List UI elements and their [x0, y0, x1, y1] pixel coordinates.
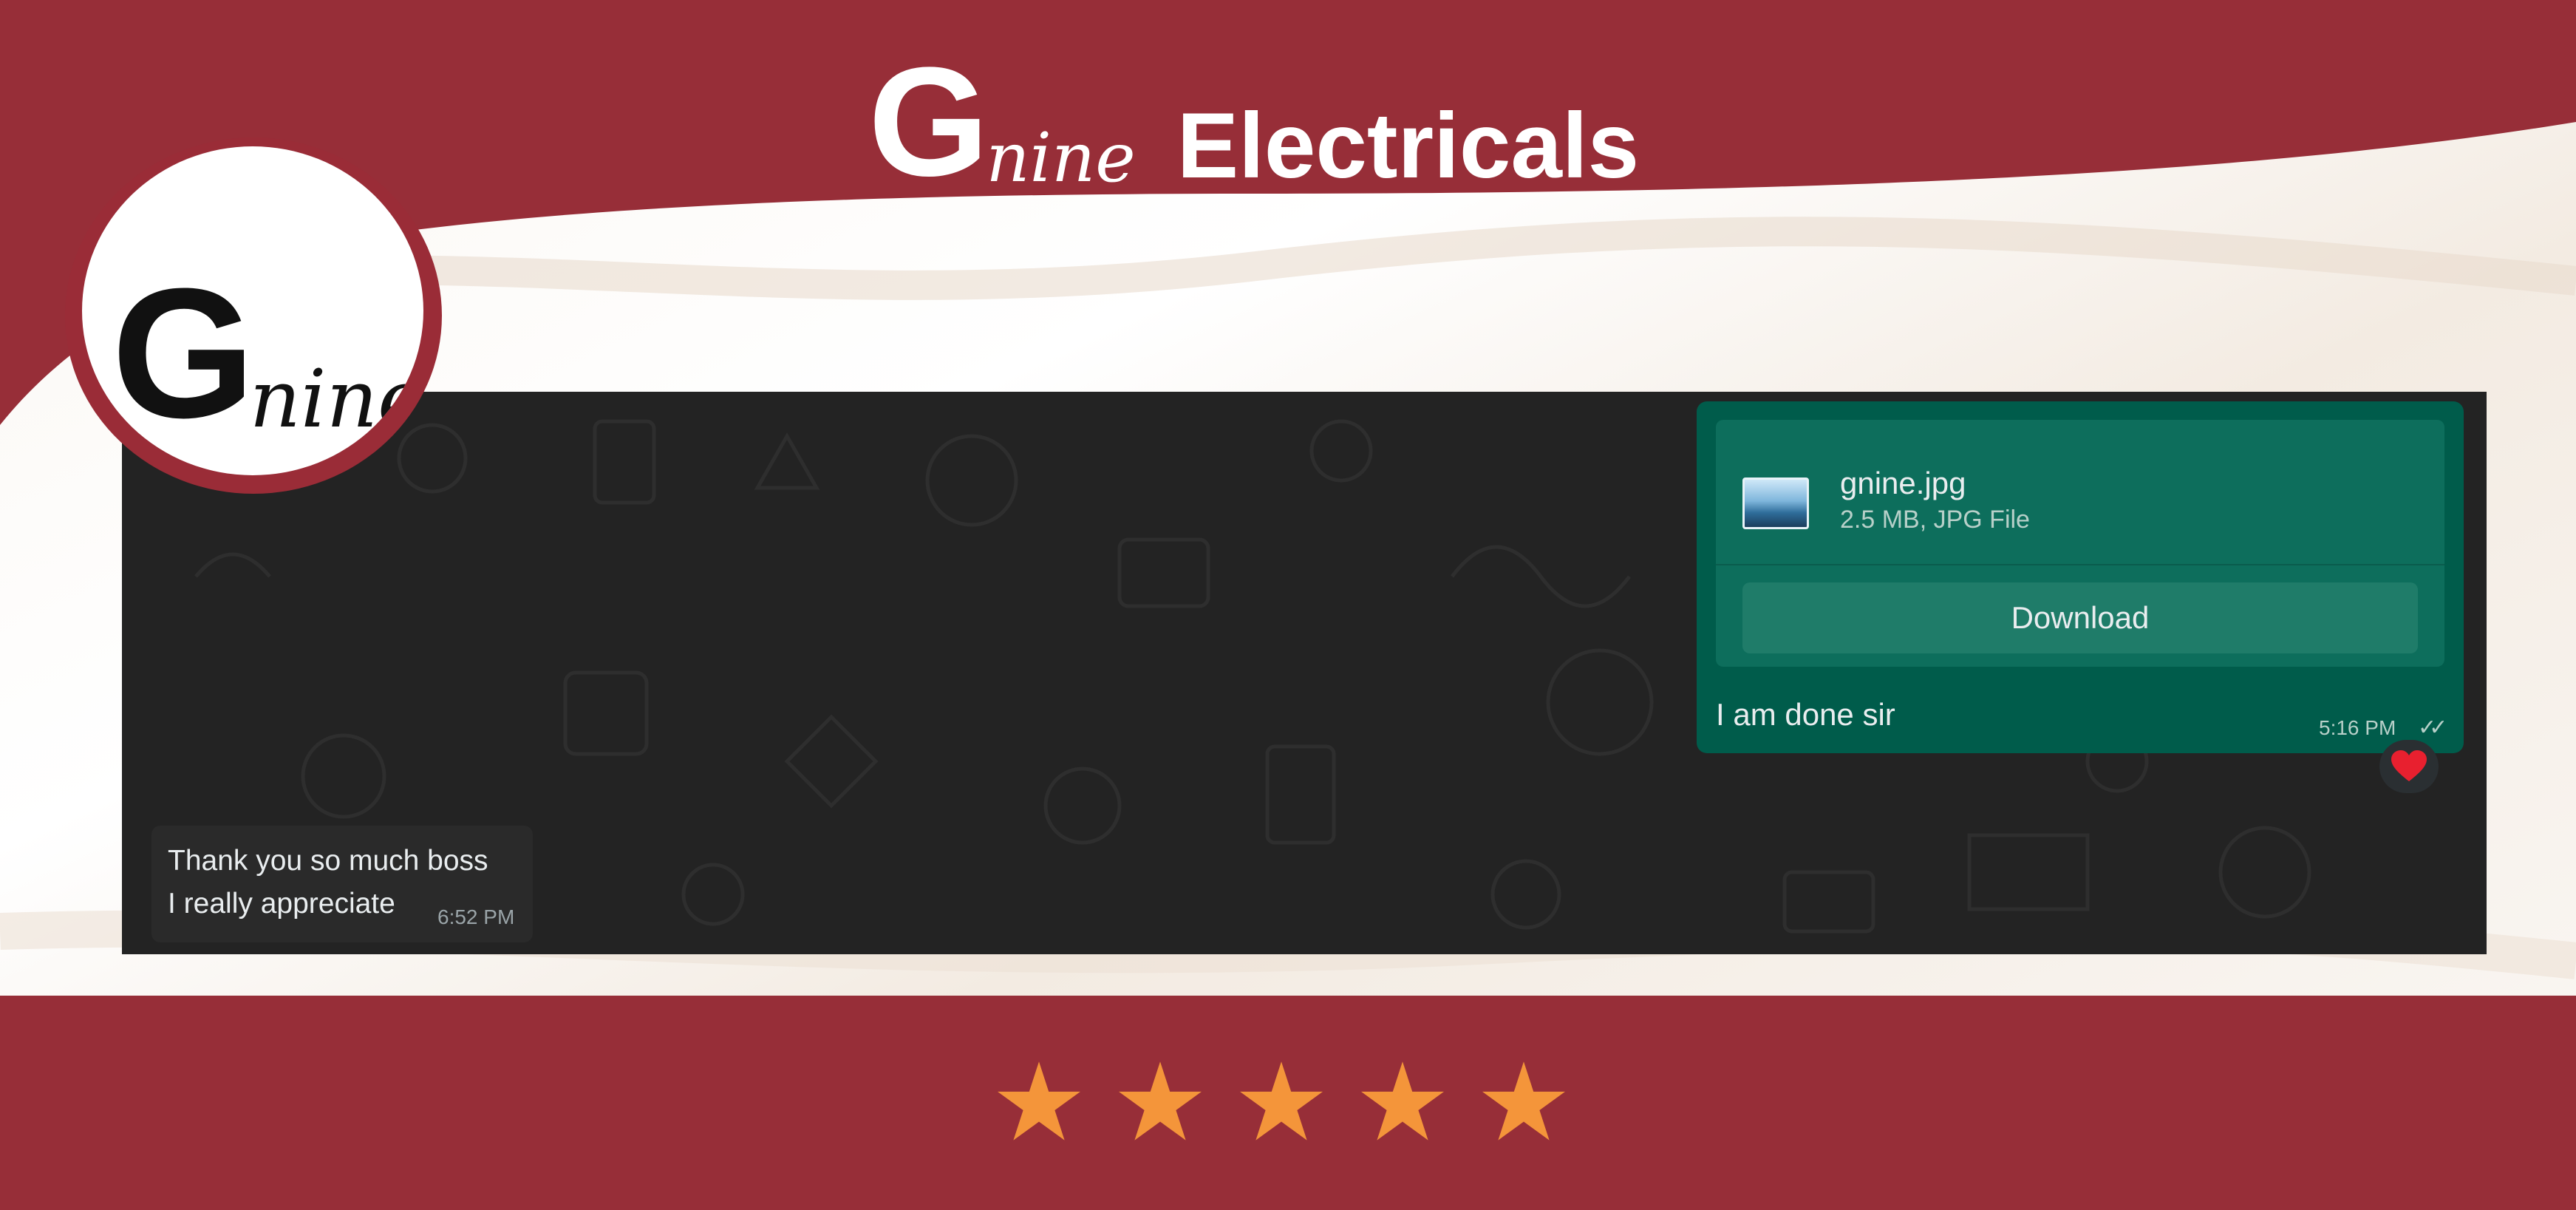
star-icon [1482, 1061, 1565, 1141]
outgoing-message[interactable]: gnine.jpg 2.5 MB, JPG File Download I am… [1697, 401, 2464, 753]
heart-reaction[interactable] [2379, 740, 2439, 793]
star-icon [1240, 1061, 1323, 1141]
star-icon [998, 1061, 1080, 1141]
heart-icon [2391, 750, 2427, 781]
brand-title-suffix: nine [986, 118, 1136, 197]
file-attachment[interactable]: gnine.jpg 2.5 MB, JPG File Download [1716, 420, 2444, 667]
file-name: gnine.jpg [1840, 466, 1966, 500]
brand-title-word: Electricals [1176, 95, 1640, 197]
outgoing-message-text: I am done sir [1716, 697, 1895, 732]
download-button[interactable]: Download [1742, 582, 2418, 653]
incoming-message-time: 6:52 PM [437, 905, 515, 928]
incoming-message-line: I really appreciate [168, 888, 395, 920]
brand-title: G nine Electricals [868, 44, 1640, 200]
logo-initial: G [112, 250, 255, 456]
image-file-icon [1742, 477, 1809, 529]
brand-logo: G nine [65, 137, 442, 494]
double-check-icon: ✓✓ [2418, 716, 2447, 740]
brand-title-initial: G [868, 35, 989, 208]
incoming-message[interactable]: Thank you so much boss I really apprecia… [151, 826, 533, 942]
star-rating [998, 1061, 1565, 1141]
file-meta: 2.5 MB, JPG File [1840, 506, 2030, 534]
outgoing-message-time: 5:16 PM [2319, 716, 2396, 739]
file-divider [1716, 564, 2444, 565]
star-icon [1119, 1061, 1202, 1141]
logo-suffix: nine [249, 353, 423, 446]
incoming-message-line: Thank you so much boss [168, 845, 488, 877]
star-icon [1361, 1061, 1444, 1141]
